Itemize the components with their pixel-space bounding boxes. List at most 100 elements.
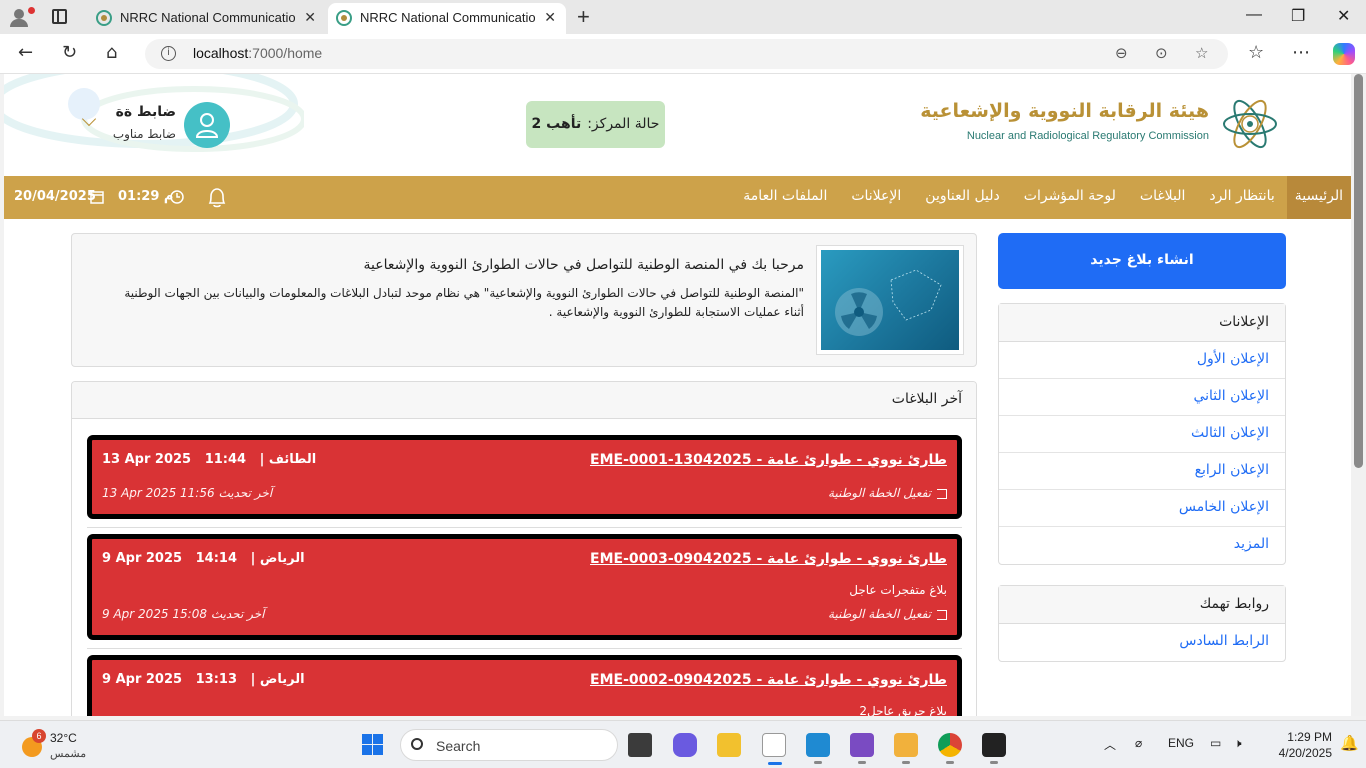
nav-item-dashboard[interactable]: لوحة المؤشرات xyxy=(1012,176,1128,219)
language-indicator[interactable]: ENG xyxy=(1168,736,1194,750)
nav-menu: الرئيسية بانتظار الرد البلاغات لوحة المؤ… xyxy=(731,176,1351,219)
zoom-icon[interactable]: ⊖ xyxy=(1115,44,1128,62)
notepad-icon[interactable] xyxy=(762,733,786,765)
links-panel: روابط تهمك الرابط السادس xyxy=(998,585,1286,662)
main-nav: الرئيسية بانتظار الرد البلاغات لوحة المؤ… xyxy=(4,176,1351,219)
report-title-link[interactable]: طارئ نووي - طوارئ عامة - EME-0003-090420… xyxy=(590,551,947,567)
useful-link[interactable]: الرابط السادس xyxy=(999,624,1285,661)
divider xyxy=(87,527,962,528)
browser-tab-bar: NRRC National Communication Pl ✕ NRRC Na… xyxy=(0,0,1366,34)
announcement-link[interactable]: الإعلان الرابع xyxy=(999,453,1285,490)
nav-item-awaiting-reply[interactable]: بانتظار الرد xyxy=(1197,176,1286,219)
announcement-link[interactable]: الإعلان الأول xyxy=(999,342,1285,379)
weather-widget[interactable]: 6 32°C مشمس xyxy=(20,729,120,763)
nav-item-address-book[interactable]: دليل العناوين xyxy=(913,176,1012,219)
report-description: بلاغ حريق عاجل2 xyxy=(859,704,947,716)
task-view-icon[interactable] xyxy=(628,733,652,757)
calendar-icon xyxy=(90,191,104,204)
profile-icon[interactable] xyxy=(10,7,35,27)
terminal-icon[interactable] xyxy=(982,733,1006,764)
report-datetime: 9 Apr 2025 13:13 الرياض | xyxy=(102,672,305,687)
search-icon xyxy=(411,738,423,750)
current-time: 01:29 م xyxy=(118,189,174,204)
teams-icon[interactable] xyxy=(673,733,697,757)
address-input[interactable]: i localhost:7000/home ⊖ ⊙ ☆ xyxy=(145,39,1228,69)
dev-tools-icon[interactable] xyxy=(894,733,918,764)
nrrc-emblem-icon xyxy=(1223,99,1277,149)
notification-badge: 6 xyxy=(32,729,46,743)
nav-item-public-files[interactable]: الملفات العامة xyxy=(731,176,839,219)
display-icon[interactable]: ▭ xyxy=(1210,736,1221,750)
page-scrollbar[interactable] xyxy=(1351,74,1366,716)
nav-item-home[interactable]: الرئيسية xyxy=(1286,176,1351,219)
tab-actions-icon[interactable] xyxy=(52,9,67,24)
more-tools-icon[interactable]: ⊙ xyxy=(1155,44,1168,62)
avatar[interactable] xyxy=(184,102,230,148)
report-card[interactable]: طارئ نووي - طوارئ عامة - EME-0001-130420… xyxy=(87,435,962,519)
nav-item-announcements[interactable]: الإعلانات xyxy=(839,176,913,219)
chevron-up-icon[interactable]: ︿ xyxy=(1104,736,1116,753)
refresh-icon[interactable]: ↻ xyxy=(62,42,77,63)
system-clock[interactable]: 1:29 PM 4/20/2025 xyxy=(1262,729,1332,761)
new-tab-icon[interactable]: + xyxy=(577,4,590,30)
close-tab-icon[interactable]: ✕ xyxy=(544,9,556,26)
flag-icon xyxy=(937,609,947,620)
site-info-icon[interactable]: i xyxy=(161,46,176,61)
chrome-icon[interactable] xyxy=(938,733,962,764)
nrrc-logo[interactable]: هيئة الرقابة النووية والإشعاعية Nuclear … xyxy=(920,92,1279,158)
scrollbar-thumb[interactable] xyxy=(1354,74,1363,468)
back-icon[interactable]: ← xyxy=(18,42,33,63)
welcome-box: مرحبا بك في المنصة الوطنية للتواصل في حا… xyxy=(71,233,977,367)
latest-reports-title: آخر البلاغات xyxy=(72,382,976,419)
network-icon[interactable]: ⌀ xyxy=(1135,736,1142,750)
report-datetime: 9 Apr 2025 14:14 الرياض | xyxy=(102,551,305,566)
bell-icon[interactable] xyxy=(206,186,228,210)
report-title-link[interactable]: طارئ نووي - طوارئ عامة - EME-0002-090420… xyxy=(590,672,947,688)
visual-studio-icon[interactable] xyxy=(850,733,874,764)
start-windows-icon[interactable] xyxy=(362,734,384,756)
new-report-button[interactable]: انشاء بلاغ جديد xyxy=(998,233,1286,289)
file-explorer-icon[interactable] xyxy=(717,733,741,757)
announcement-link[interactable]: الإعلان الثالث xyxy=(999,416,1285,453)
nrrc-favicon-icon xyxy=(96,10,112,26)
notifications-bell-icon[interactable]: 🔔 xyxy=(1340,734,1359,752)
announcements-title: الإعلانات xyxy=(999,304,1285,342)
clock-date: 4/20/2025 xyxy=(1278,746,1332,760)
more-link[interactable]: المزيد xyxy=(999,527,1285,564)
announcement-link[interactable]: الإعلان الثاني xyxy=(999,379,1285,416)
copilot-icon[interactable] xyxy=(1333,43,1355,65)
taskbar: 6 32°C مشمس Search ︿ ⌀ ENG ▭ 🕨 1:29 PM 4… xyxy=(0,720,1366,768)
tab-title: NRRC National Communication Pl xyxy=(360,10,535,25)
favorites-icon[interactable]: ☆ xyxy=(1248,42,1264,63)
center-status-badge: حالة المركز: تأهب 2 xyxy=(526,101,665,148)
report-plan: تفعيل الخطة الوطنية xyxy=(828,607,947,621)
browser-tab[interactable]: NRRC National Communication Pl ✕ xyxy=(88,3,326,34)
address-toolbar: ← ↻ ⌂ i localhost:7000/home ⊖ ⊙ ☆ ☆ ⋯ xyxy=(0,34,1366,74)
links-title: روابط تهمك xyxy=(999,586,1285,624)
announcement-link[interactable]: الإعلان الخامس xyxy=(999,490,1285,527)
report-last-update: آخر تحديث 11:56 13 Apr 2025 xyxy=(102,486,273,500)
vscode-icon[interactable] xyxy=(806,733,830,764)
speaker-icon[interactable]: 🕨 xyxy=(1234,736,1242,751)
report-card[interactable]: طارئ نووي - طوارئ عامة - EME-0002-090420… xyxy=(87,655,962,716)
clock-icon xyxy=(170,190,184,204)
settings-menu-icon[interactable]: ⋯ xyxy=(1292,42,1310,63)
report-title-link[interactable]: طارئ نووي - طوارئ عامة - EME-0001-130420… xyxy=(590,452,947,468)
restore-icon[interactable]: ❐ xyxy=(1291,6,1305,26)
browser-tab-active[interactable]: NRRC National Communication Pl ✕ xyxy=(328,3,566,34)
favorite-star-icon[interactable]: ☆ xyxy=(1195,44,1208,62)
close-window-icon[interactable]: ✕ xyxy=(1337,6,1350,26)
org-name-arabic: هيئة الرقابة النووية والإشعاعية xyxy=(920,100,1209,122)
close-tab-icon[interactable]: ✕ xyxy=(304,9,316,26)
nav-item-reports[interactable]: البلاغات xyxy=(1128,176,1198,219)
tab-title: NRRC National Communication Pl xyxy=(120,10,295,25)
clock-time: 1:29 PM xyxy=(1287,730,1332,744)
announcements-panel: الإعلانات الإعلان الأول الإعلان الثاني ا… xyxy=(998,303,1286,565)
user-menu[interactable]: ضابط ةة ضابط مناوب xyxy=(81,100,234,150)
chevron-down-icon[interactable] xyxy=(81,111,97,127)
minimize-icon[interactable]: — xyxy=(1246,6,1262,24)
home-icon[interactable]: ⌂ xyxy=(106,42,117,63)
taskbar-search-input[interactable]: Search xyxy=(400,729,618,761)
flag-icon xyxy=(937,488,947,499)
report-card[interactable]: طارئ نووي - طوارئ عامة - EME-0003-090420… xyxy=(87,534,962,640)
